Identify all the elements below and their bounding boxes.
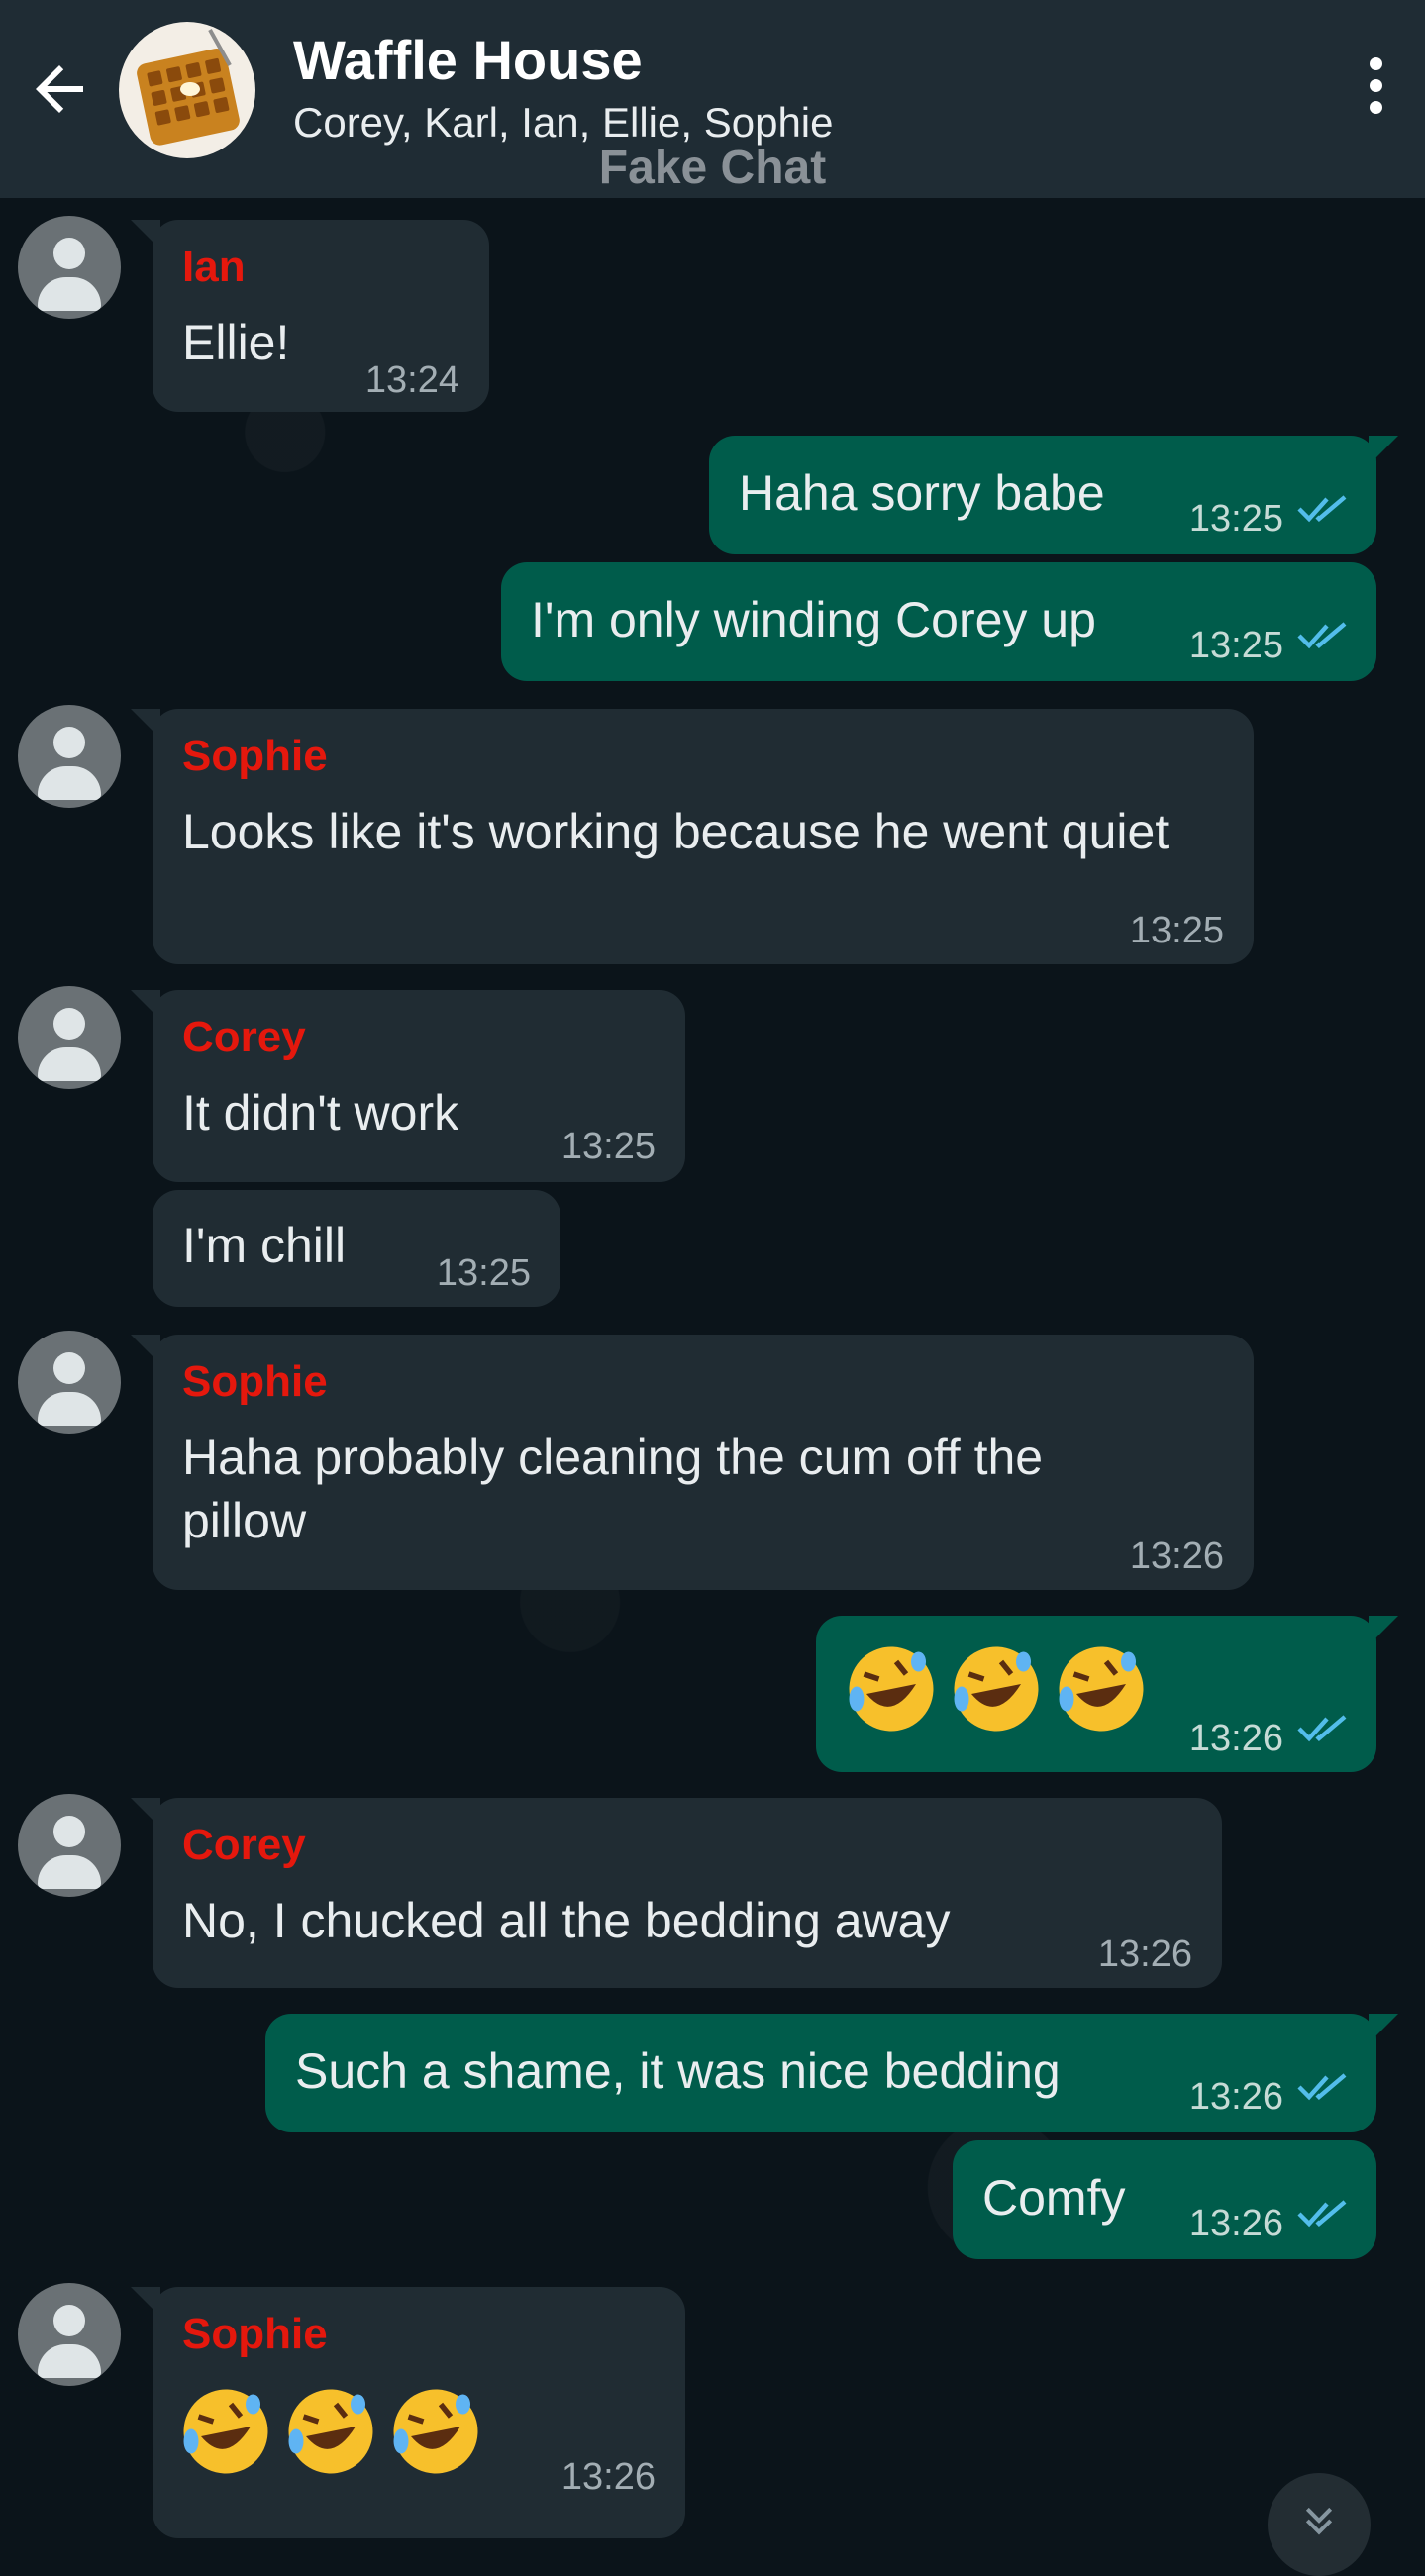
laughing-emoji-icon — [288, 2389, 373, 2474]
message-text: Comfy — [982, 2170, 1126, 2226]
message-text: Looks like it's working because he went … — [182, 804, 1170, 859]
sender-name: Ian — [182, 243, 246, 291]
sender-name: Corey — [182, 1013, 306, 1061]
message-time: 13:26 — [1188, 2203, 1283, 2244]
message-time: 13:26 — [560, 2456, 656, 2498]
outgoing-message[interactable]: 13:26 — [816, 1616, 1398, 1772]
default-avatar-icon[interactable] — [18, 986, 121, 1089]
message-text: Haha sorry babe — [739, 465, 1105, 521]
double-check-icon — [1297, 2200, 1347, 2228]
back-arrow-icon[interactable] — [24, 53, 95, 125]
message-time: 13:25 — [1129, 910, 1224, 951]
emoji-group — [842, 1639, 1157, 1738]
scroll-down-button[interactable] — [1268, 2473, 1371, 2576]
message-text: No, I chucked all the bedding away — [182, 1893, 951, 1948]
outgoing-message[interactable]: I'm only winding Corey up 13:25 — [501, 562, 1376, 681]
outgoing-message[interactable]: Such a shame, it was nice bedding 13:26 — [265, 2014, 1398, 2132]
message-text: Ellie! — [182, 315, 290, 370]
participants-list[interactable]: Corey, Karl, Ian, Ellie, Sophie — [293, 99, 834, 147]
message-text: I'm chill — [182, 1218, 347, 1273]
laughing-emoji-icon — [849, 1646, 934, 1732]
message-time: 13:25 — [1188, 625, 1283, 666]
message-text: Such a shame, it was nice bedding — [295, 2043, 1061, 2099]
sender-name: Sophie — [182, 2310, 328, 2358]
default-avatar-icon[interactable] — [18, 2283, 121, 2386]
outgoing-message[interactable]: Haha sorry babe 13:25 — [709, 436, 1398, 554]
message-text: It didn't work — [182, 1085, 459, 1140]
double-check-icon — [1297, 2073, 1347, 2101]
message-time: 13:26 — [1188, 1718, 1283, 1759]
default-avatar-icon[interactable] — [18, 216, 121, 319]
group-avatar[interactable] — [119, 22, 255, 158]
laughing-emoji-icon — [954, 1646, 1039, 1732]
emoji-group — [176, 2382, 491, 2481]
sender-name: Sophie — [182, 1357, 328, 1406]
incoming-message[interactable]: I'm chill 13:25 — [153, 1190, 560, 1307]
double-check-icon — [1297, 622, 1347, 649]
sender-name: Sophie — [182, 732, 328, 780]
message-time: 13:25 — [1188, 498, 1283, 540]
incoming-message[interactable]: Ian Ellie! 13:24 — [131, 220, 489, 412]
message-text: Haha probably cleaning the cum off the p… — [182, 1430, 1044, 1548]
default-avatar-icon[interactable] — [18, 1794, 121, 1897]
message-time: 13:24 — [364, 359, 459, 401]
scroll-down-icon — [1305, 2507, 1333, 2535]
laughing-emoji-icon — [183, 2389, 268, 2474]
default-avatar-icon[interactable] — [18, 705, 121, 808]
laughing-emoji-icon — [393, 2389, 478, 2474]
laughing-emoji-icon — [1059, 1646, 1144, 1732]
message-time: 13:25 — [560, 1126, 656, 1167]
message-time: 13:25 — [436, 1252, 531, 1294]
incoming-message[interactable]: Sophie Haha probably cleaning the cum of… — [131, 1335, 1254, 1590]
message-time: 13:26 — [1129, 1536, 1224, 1577]
sender-name: Corey — [182, 1821, 306, 1869]
outgoing-message[interactable]: Comfy 13:26 — [953, 2140, 1376, 2259]
incoming-message[interactable]: Sophie 13:26 — [131, 2287, 685, 2538]
waffle-image — [137, 29, 240, 146]
double-check-icon — [1297, 495, 1347, 523]
incoming-message[interactable]: Corey No, I chucked all the bedding away… — [131, 1798, 1222, 1988]
more-vertical-icon[interactable] — [1356, 57, 1395, 123]
incoming-message[interactable]: Corey It didn't work 13:25 — [131, 990, 685, 1182]
incoming-message[interactable]: Sophie Looks like it's working because h… — [131, 709, 1254, 964]
message-time: 13:26 — [1188, 2076, 1283, 2118]
message-time: 13:26 — [1097, 1933, 1192, 1975]
default-avatar-icon[interactable] — [18, 1331, 121, 1434]
message-text: I'm only winding Corey up — [531, 592, 1096, 647]
double-check-icon — [1297, 1715, 1347, 1742]
chat-title[interactable]: Waffle House — [293, 28, 643, 92]
watermark: Fake Chat — [598, 142, 827, 194]
